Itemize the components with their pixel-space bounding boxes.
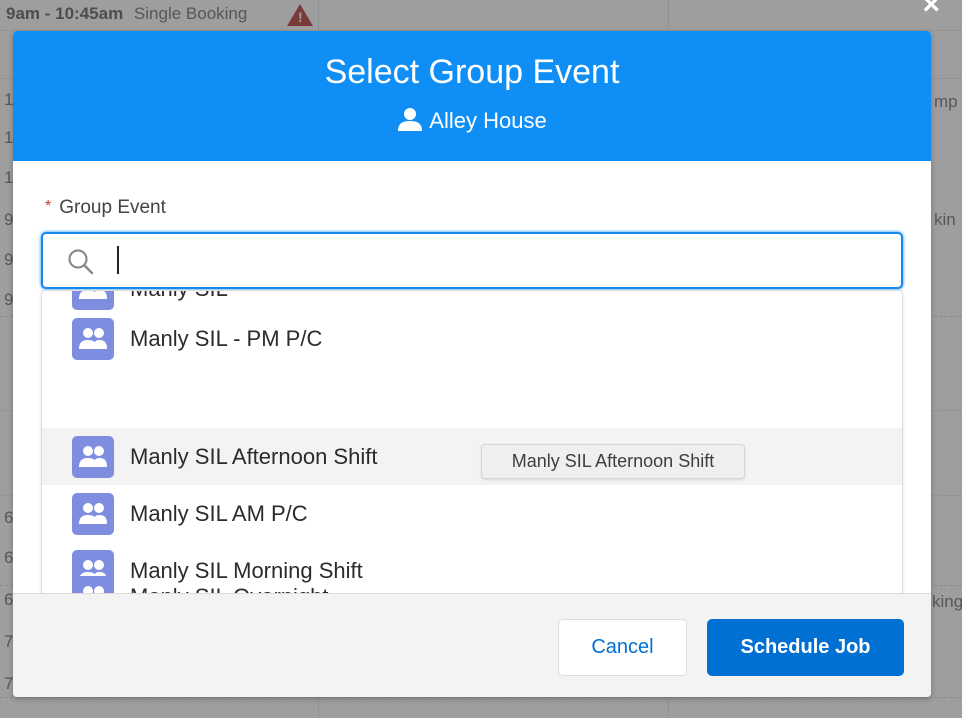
search-icon	[68, 249, 94, 275]
select-group-event-modal: Select Group Event Alley House * Group Ev…	[13, 31, 931, 697]
modal-subtitle: Alley House	[13, 107, 931, 134]
account-name: Alley House	[429, 108, 547, 133]
option-label: Manly SIL	[130, 291, 228, 302]
dropdown-option[interactable]: Manly SIL - PM P/C	[42, 310, 902, 367]
group-icon	[72, 493, 114, 535]
group-event-label-text: Group Event	[59, 197, 166, 218]
schedule-job-button[interactable]: Schedule Job	[707, 619, 904, 676]
required-marker: *	[45, 198, 52, 215]
text-cursor	[117, 246, 119, 274]
option-label: Manly SIL Afternoon Shift	[130, 444, 378, 469]
person-icon	[398, 108, 423, 131]
group-event-label: * Group Event	[45, 197, 166, 219]
cancel-button[interactable]: Cancel	[558, 619, 687, 676]
group-icon	[72, 436, 114, 478]
modal-footer: Cancel Schedule Job	[13, 593, 931, 697]
dropdown-option-hovered[interactable]: Manly SIL Afternoon Shift	[42, 428, 902, 485]
dropdown-option[interactable]: Manly SIL Overnight	[42, 568, 902, 594]
close-icon[interactable]: ×	[922, 0, 940, 22]
option-tooltip: Manly SIL Afternoon Shift	[481, 444, 745, 479]
option-label: Manly SIL AM P/C	[130, 501, 308, 526]
modal-header: Select Group Event Alley House	[13, 31, 931, 161]
option-label: Manly SIL - PM P/C	[130, 326, 323, 351]
group-icon	[72, 318, 114, 360]
modal-title: Select Group Event	[324, 53, 620, 91]
group-event-search-input[interactable]	[41, 232, 903, 289]
dropdown-option[interactable]: Manly SIL AM P/C	[42, 485, 902, 542]
group-icon	[72, 291, 114, 310]
group-event-dropdown[interactable]: Manly SIL Manly SIL - PM P/C Manly SIL A…	[41, 290, 903, 595]
